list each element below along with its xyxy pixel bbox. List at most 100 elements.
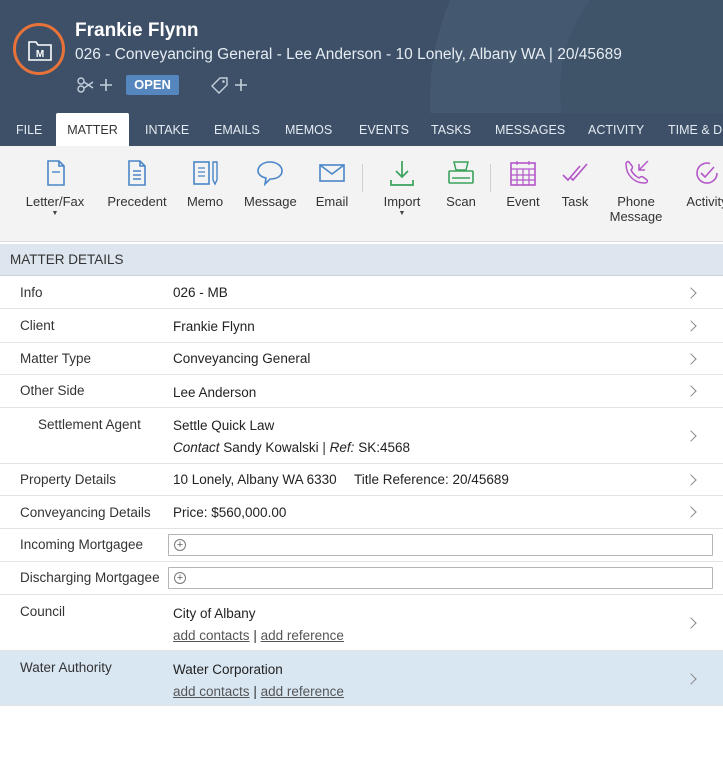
- settlement-agent-contact-line: Contact Sandy Kowalski | Ref: SK:4568: [173, 440, 410, 455]
- scan-button[interactable]: Scan: [444, 158, 478, 209]
- separator-pipe: |: [322, 440, 326, 455]
- detail-row-water-authority[interactable]: Water Authority Water Corporation add co…: [0, 651, 723, 706]
- precedent-icon: [128, 160, 146, 186]
- detail-row-incoming-mortgagee: Incoming Mortgagee +: [0, 529, 723, 562]
- detail-row-settlement-agent[interactable]: Settlement Agent Settle Quick Law Contac…: [0, 408, 723, 464]
- separator-pipe: |: [253, 684, 257, 699]
- tab-intake[interactable]: INTAKE: [145, 113, 189, 146]
- contact-label: Contact: [173, 440, 220, 455]
- tag-add-icon[interactable]: [209, 75, 249, 100]
- email-envelope-icon: [319, 164, 345, 182]
- import-download-icon: [390, 161, 414, 186]
- chevron-right-icon: [685, 430, 697, 442]
- other-side-label: Other Side: [20, 383, 85, 398]
- phone-message-button[interactable]: Phone Message: [608, 158, 664, 224]
- tab-memos[interactable]: MEMOS: [285, 113, 332, 146]
- chevron-right-icon: [685, 320, 697, 332]
- detail-row-discharging-mortgagee: Discharging Mortgagee +: [0, 562, 723, 595]
- detail-row-info[interactable]: Info 026 - MB: [0, 277, 723, 309]
- info-label: Info: [20, 285, 43, 300]
- chevron-right-icon: [685, 287, 697, 299]
- chevron-right-icon: [685, 506, 697, 518]
- svg-text:M: M: [36, 49, 44, 60]
- chevron-right-icon: [685, 474, 697, 486]
- council-actions: add contacts | add reference: [173, 628, 344, 643]
- client-value: Frankie Flynn: [173, 319, 255, 334]
- phone-message-icon: [625, 160, 649, 184]
- discharging-mortgagee-input[interactable]: +: [168, 567, 713, 589]
- letter-fax-label: Letter/Fax: [25, 194, 85, 209]
- tab-time-and-disbursements[interactable]: TIME & DI: [668, 113, 723, 146]
- link-add-icon[interactable]: [76, 75, 112, 100]
- settlement-agent-value: Settle Quick Law: [173, 418, 275, 433]
- event-button[interactable]: Event: [505, 158, 541, 209]
- matter-description: 026 - Conveyancing General - Lee Anderso…: [75, 46, 622, 63]
- add-circle-icon[interactable]: +: [174, 572, 186, 584]
- calendar-icon: [510, 161, 536, 186]
- info-value: 026 - MB: [173, 285, 228, 300]
- matter-details-section-header[interactable]: MATTER DETAILS: [0, 244, 723, 276]
- ref-value: SK:4568: [358, 440, 410, 455]
- council-add-reference-link[interactable]: add reference: [261, 628, 344, 643]
- status-badge[interactable]: OPEN: [126, 75, 179, 95]
- ref-label: Ref:: [329, 440, 355, 455]
- memo-icon: [193, 161, 218, 186]
- detail-row-council[interactable]: Council City of Albany add contacts | ad…: [0, 595, 723, 651]
- import-button[interactable]: Import ▼: [380, 158, 424, 217]
- message-bubble-icon: [257, 161, 283, 187]
- incoming-mortgagee-input[interactable]: +: [168, 534, 713, 556]
- task-checkmark-icon: [562, 163, 588, 182]
- detail-row-property-details[interactable]: Property Details 10 Lonely, Albany WA 63…: [0, 464, 723, 496]
- tab-matter[interactable]: MATTER: [56, 113, 129, 146]
- chevron-right-icon: [685, 353, 697, 365]
- detail-row-matter-type[interactable]: Matter Type Conveyancing General: [0, 343, 723, 375]
- water-authority-actions: add contacts | add reference: [173, 684, 344, 699]
- message-button[interactable]: Message: [244, 158, 297, 209]
- tab-activity[interactable]: ACTIVITY: [588, 113, 644, 146]
- letter-fax-button[interactable]: Letter/Fax ▼: [22, 158, 88, 217]
- discharging-mortgagee-label: Discharging Mortgagee: [20, 570, 160, 585]
- matter-header: M Frankie Flynn 026 - Conveyancing Gener…: [0, 0, 723, 113]
- incoming-mortgagee-label: Incoming Mortgagee: [20, 537, 144, 552]
- event-label: Event: [506, 194, 540, 209]
- tab-file[interactable]: FILE: [16, 113, 42, 146]
- tab-tasks[interactable]: TASKS: [431, 113, 471, 146]
- water-authority-label: Water Authority: [20, 660, 112, 675]
- tab-emails[interactable]: EMAILS: [214, 113, 260, 146]
- task-label: Task: [561, 194, 589, 209]
- council-add-contacts-link[interactable]: add contacts: [173, 628, 250, 643]
- precedent-button[interactable]: Precedent: [106, 158, 168, 209]
- email-label: Email: [315, 194, 349, 209]
- import-label: Import: [383, 194, 421, 209]
- water-authority-add-reference-link[interactable]: add reference: [261, 684, 344, 699]
- detail-row-other-side[interactable]: Other Side Lee Anderson: [0, 375, 723, 408]
- property-address-value: 10 Lonely, Albany WA 6330: [173, 472, 337, 487]
- client-name: Frankie Flynn: [75, 20, 199, 41]
- tab-messages[interactable]: MESSAGES: [495, 113, 565, 146]
- property-details-label: Property Details: [20, 472, 117, 487]
- conveyancing-details-label: Conveyancing Details: [20, 505, 151, 520]
- email-button[interactable]: Email: [314, 158, 350, 209]
- water-authority-add-contacts-link[interactable]: add contacts: [173, 684, 250, 699]
- detail-row-client[interactable]: Client Frankie Flynn: [0, 310, 723, 343]
- settlement-agent-label: Settlement Agent: [38, 417, 141, 432]
- tab-events[interactable]: EVENTS: [359, 113, 409, 146]
- task-button[interactable]: Task: [558, 158, 592, 209]
- activity-label: Activity: [686, 194, 723, 209]
- matter-type-label: Matter Type: [20, 351, 92, 366]
- matter-logo[interactable]: M: [13, 23, 65, 75]
- conveyancing-price-value: Price: $560,000.00: [173, 505, 287, 520]
- other-side-value: Lee Anderson: [173, 385, 257, 400]
- dropdown-caret-icon: ▼: [398, 210, 406, 217]
- toolbar-separator: [490, 164, 491, 192]
- memo-button[interactable]: Memo: [184, 158, 226, 209]
- chevron-right-icon: [685, 385, 697, 397]
- chevron-right-icon: [685, 673, 697, 685]
- precedent-label: Precedent: [107, 194, 167, 209]
- detail-row-conveyancing-details[interactable]: Conveyancing Details Price: $560,000.00: [0, 496, 723, 529]
- activity-clock-icon: [696, 162, 718, 184]
- add-circle-icon[interactable]: +: [174, 539, 186, 551]
- matter-toolbar: Letter/Fax ▼ Precedent Memo Message Emai…: [0, 146, 723, 242]
- contact-value: Sandy Kowalski: [223, 440, 319, 455]
- activity-button[interactable]: Activity: [683, 158, 723, 209]
